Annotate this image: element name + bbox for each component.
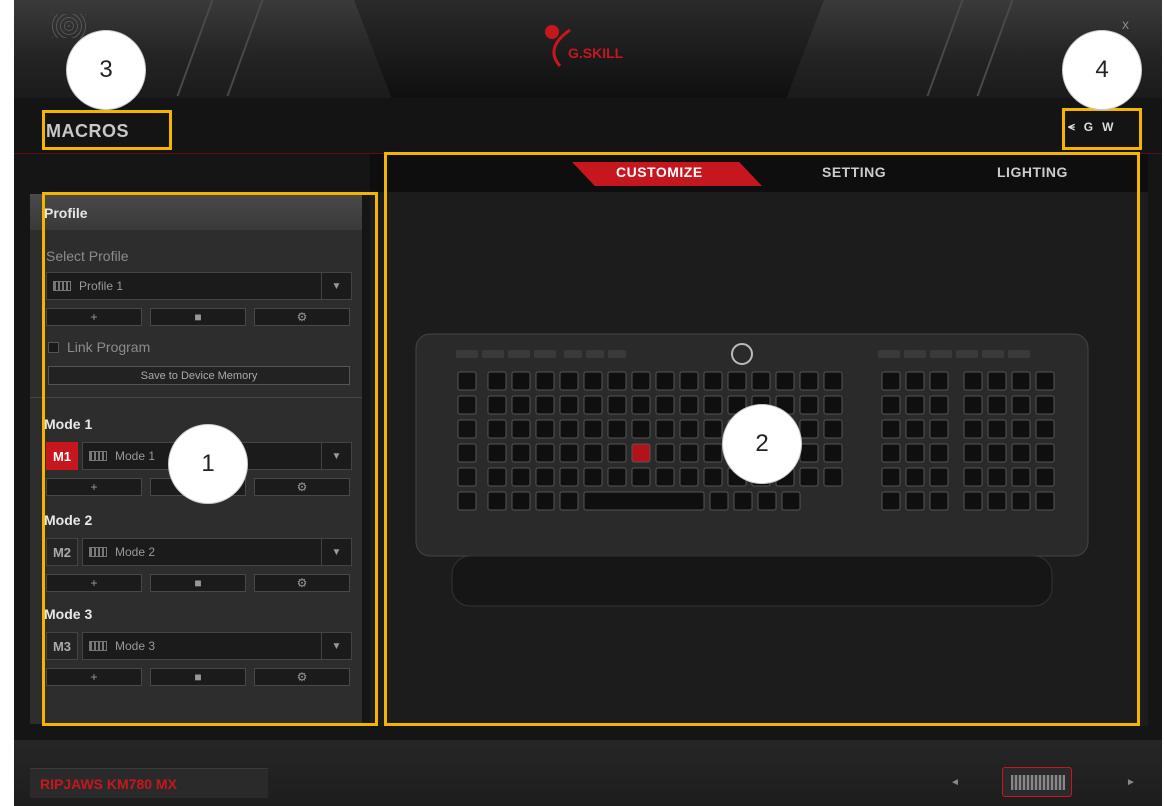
- title-bar: [14, 98, 1162, 154]
- gskill-logo: G.SKILL: [545, 25, 624, 67]
- brand-text: G.SKILL: [568, 45, 624, 61]
- decor-line: [226, 0, 280, 96]
- keyboard-thumbnail-icon: [1011, 775, 1065, 790]
- annotation-circle-4: 4: [1062, 30, 1142, 110]
- decor-line: [176, 0, 230, 96]
- prev-device-button[interactable]: ◄: [950, 777, 960, 788]
- annotation-circle-1: 1: [168, 424, 248, 504]
- highlight-title: [42, 110, 172, 150]
- speaker-grille: [52, 14, 86, 38]
- highlight-icons: [1062, 108, 1142, 150]
- decor-line: [926, 0, 980, 96]
- annotation-circle-3: 3: [66, 30, 146, 110]
- close-button[interactable]: x: [1122, 16, 1129, 32]
- device-thumbnail[interactable]: [1002, 767, 1072, 797]
- device-model-label: RIPJAWS KM780 MX: [30, 768, 268, 798]
- decor-line: [976, 0, 1030, 96]
- next-device-button[interactable]: ►: [1126, 777, 1136, 788]
- annotation-circle-2: 2: [722, 404, 802, 484]
